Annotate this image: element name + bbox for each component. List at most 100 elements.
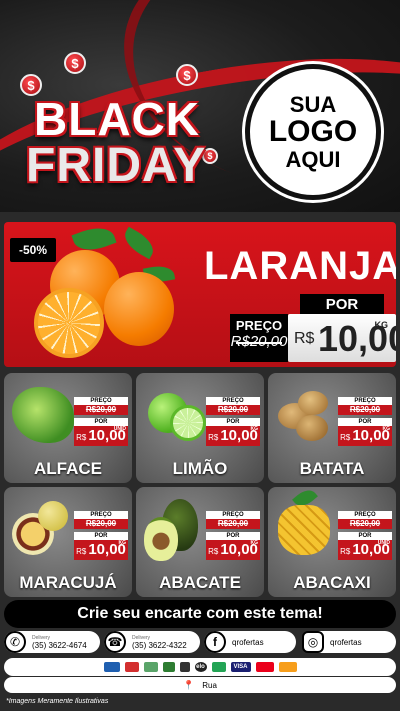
discount-badge: -50% [10, 238, 56, 262]
new-price-box: R$ 10,00 KG [338, 426, 392, 446]
maestro-icon [278, 662, 297, 672]
contacts-bar: ✆ Delivery (35) 3622-4674 ☎ Delivery (35) … [4, 631, 396, 655]
facebook-icon: f [204, 631, 226, 653]
logo-text-line2: LOGO [268, 115, 358, 149]
product-grid: PREÇO R$20,00 POR R$ 10,00 UNID ALFACE PRE… [4, 373, 396, 597]
product-name: ABACATE [159, 573, 241, 592]
product-card: PREÇO R$20,00 POR R$ 10,00 KG BATATA [268, 373, 396, 483]
orange-slice-icon [34, 288, 104, 358]
old-price: R$20,00 [338, 405, 392, 415]
por-label: POR [300, 294, 384, 314]
orange-icon [104, 272, 174, 346]
instagram-contact[interactable]: ◎ qrofertas [302, 631, 396, 653]
contact-text: Delivery (35) 3622-4322 [132, 635, 187, 650]
price-tag: PREÇO R$20,00 POR R$ 10,00 KG [338, 397, 392, 446]
contact-text: Delivery (35) 3622-4674 [32, 635, 87, 650]
new-price-box: R$ 10,00 KG [74, 540, 128, 560]
card-icon [162, 662, 175, 672]
potato-icon [298, 391, 328, 415]
price-tag: PREÇO R$20,00 POR R$ 10,00 KG [206, 511, 260, 560]
price-unit: UNID [113, 426, 126, 432]
preco-label: PREÇO [338, 511, 392, 519]
por-label: POR [74, 532, 128, 540]
potato-icon [296, 415, 328, 441]
product-card: PREÇO R$20,00 POR R$ 10,00 KG ABACATE [136, 487, 264, 597]
price-tag: PREÇO R$20,00 POR R$ 10,00 UNID [338, 511, 392, 560]
payment-methods: elo VISA [4, 658, 396, 676]
preco-label: PREÇO [338, 397, 392, 405]
whatsapp-contact[interactable]: ✆ Delivery (35) 3622-4674 [4, 631, 100, 653]
price-tag: PREÇO R$20,00 POR R$ 10,00 KG [74, 511, 128, 560]
preco-label: PREÇO [206, 397, 260, 405]
por-label: POR [206, 532, 260, 540]
currency-symbol: R$ [76, 547, 87, 556]
price-unit: UNID [377, 540, 390, 546]
black-friday-title-line2: FRIDAY [26, 139, 207, 192]
new-price-box: R$ 10,00 KG [206, 540, 260, 560]
card-icon [179, 662, 190, 672]
price-unit: KG [382, 426, 391, 432]
product-card: PREÇO R$20,00 POR R$ 10,00 UNID ALFACE [4, 373, 132, 483]
leaf-icon [119, 226, 159, 260]
product-name: BATATA [299, 459, 365, 478]
preco-label: PREÇO [74, 397, 128, 405]
header: $ $ $ $ BLACK FRIDAY SUA LOGO AQUI [0, 0, 400, 212]
preco-label: PREÇO [74, 511, 128, 519]
phone-number: (35) 3622-4674 [32, 640, 87, 650]
old-price-box: PREÇO R$20,00 [230, 314, 288, 362]
logo-placeholder: SUA LOGO AQUI [245, 64, 381, 200]
whatsapp-icon: ✆ [4, 631, 26, 653]
new-price-box: R$ 10,00 UNID [74, 426, 128, 446]
price-unit: KG [250, 540, 259, 546]
currency-symbol: R$ [294, 330, 315, 347]
avocado-half-icon [144, 517, 178, 561]
old-price: R$20,00 [206, 519, 260, 529]
dollar-coin-icon: $ [64, 52, 86, 74]
card-icon [211, 662, 226, 672]
por-label: POR [206, 418, 260, 426]
price-unit: KG [374, 320, 389, 330]
pineapple-icon [278, 505, 330, 555]
featured-offer: -50% LARANJA POR PREÇO R$20,00 R$ 10,00 … [4, 222, 396, 367]
card-icon [103, 662, 120, 672]
visa-icon: VISA [230, 662, 251, 672]
phone-icon: ☎ [104, 631, 126, 653]
currency-symbol: R$ [340, 433, 351, 442]
logo-text-line1: SUA [289, 92, 337, 118]
facebook-handle: qrofertas [232, 637, 264, 647]
old-price: R$20,00 [230, 333, 288, 350]
mastercard-icon [255, 662, 274, 672]
lettuce-icon [12, 387, 74, 443]
por-label: POR [74, 418, 128, 426]
phone-contact[interactable]: ☎ Delivery (35) 3622-4322 [104, 631, 200, 653]
price-tag: PREÇO R$20,00 POR R$ 10,00 KG [206, 397, 260, 446]
phone-number: (35) 3622-4322 [132, 640, 187, 650]
old-price: R$20,00 [206, 405, 260, 415]
logo-text-line3: AQUI [285, 146, 341, 172]
product-name: MARACUJÁ [19, 573, 117, 592]
product-name: LIMÃO [172, 459, 228, 478]
card-icon [124, 662, 139, 672]
facebook-contact[interactable]: f qrofertas [204, 631, 296, 653]
old-price: R$20,00 [338, 519, 392, 529]
currency-symbol: R$ [208, 547, 219, 556]
product-name: ABACAXI [293, 573, 371, 592]
product-card: PREÇO R$20,00 POR R$ 10,00 UNID ABACAXI [268, 487, 396, 597]
new-price-box: R$ 10,00 KG [288, 314, 396, 362]
instagram-icon: ◎ [302, 631, 324, 653]
product-card: PREÇO R$20,00 POR R$ 10,00 KG MARACUJÁ [4, 487, 132, 597]
new-price-box: R$ 10,00 KG [206, 426, 260, 446]
por-label: POR [338, 532, 392, 540]
preco-label: PREÇO [235, 318, 283, 333]
old-price: R$20,00 [74, 519, 128, 529]
new-price-box: R$ 10,00 UNID [338, 540, 392, 560]
old-price: R$20,00 [74, 405, 128, 415]
card-icon [143, 662, 158, 672]
cta-banner: Crie seu encarte com este tema! [4, 600, 396, 628]
product-card: PREÇO R$20,00 POR R$ 10,00 KG LIMÃO [136, 373, 264, 483]
price-tag: PREÇO R$20,00 POR R$ 10,00 UNID [74, 397, 128, 446]
location-pin-icon: 📍 [183, 679, 195, 690]
currency-symbol: R$ [208, 433, 219, 442]
dollar-coin-icon: $ [176, 64, 198, 86]
address-bar: 📍 Rua [4, 677, 396, 693]
